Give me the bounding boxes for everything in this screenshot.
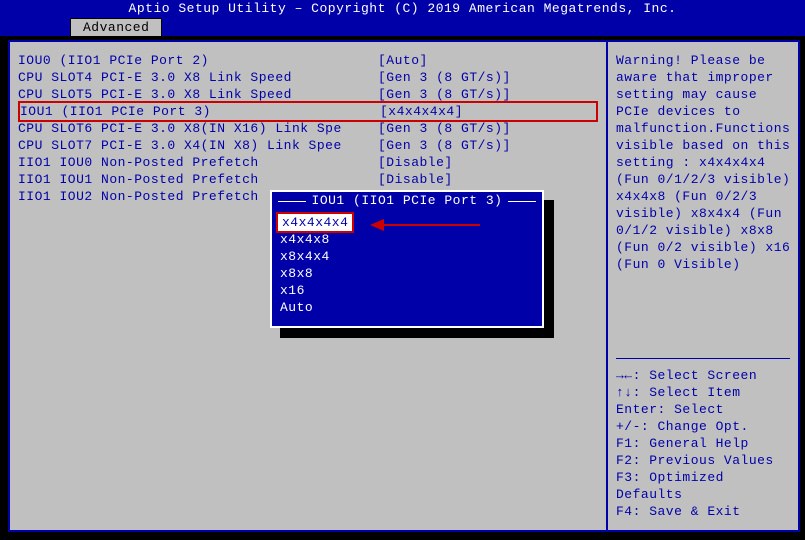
- nav-line: F4: Save & Exit: [616, 503, 790, 520]
- main-area: IOU0 (IIO1 PCIe Port 2) [Auto] CPU SLOT4…: [0, 36, 805, 540]
- nav-line: F1: General Help: [616, 435, 790, 452]
- setting-value: [Disable]: [378, 154, 453, 171]
- setting-value: [Gen 3 (8 GT/s)]: [378, 120, 511, 137]
- tab-row: Advanced: [0, 18, 805, 36]
- setting-value: [Gen 3 (8 GT/s)]: [378, 69, 511, 86]
- popup-title: IOU1 (IIO1 PCIe Port 3): [306, 192, 509, 210]
- setting-label: CPU SLOT7 PCI-E 3.0 X4(IN X8) Link Spee: [18, 137, 378, 154]
- setting-value: [x4x4x4x4]: [380, 103, 463, 120]
- popup-option[interactable]: x16: [278, 282, 536, 299]
- settings-panel: IOU0 (IIO1 PCIe Port 2) [Auto] CPU SLOT4…: [8, 40, 608, 532]
- setting-label: CPU SLOT5 PCI-E 3.0 X8 Link Speed: [18, 86, 378, 103]
- setting-label: CPU SLOT6 PCI-E 3.0 X8(IN X16) Link Spe: [18, 120, 378, 137]
- nav-line: +/-: Change Opt.: [616, 418, 790, 435]
- setting-label: CPU SLOT4 PCI-E 3.0 X8 Link Speed: [18, 69, 378, 86]
- setting-row[interactable]: CPU SLOT6 PCI-E 3.0 X8(IN X16) Link Spe …: [18, 120, 598, 137]
- popup-option-selected[interactable]: x4x4x4x4: [276, 212, 354, 233]
- nav-line: ↑↓: Select Item: [616, 384, 790, 401]
- popup-option[interactable]: x4x4x8: [278, 231, 536, 248]
- nav-line: →←: Select Screen: [616, 367, 790, 384]
- nav-help: →←: Select Screen ↑↓: Select Item Enter:…: [616, 367, 790, 520]
- nav-line: Enter: Select: [616, 401, 790, 418]
- setting-label: IIO1 IOU1 Non-Posted Prefetch: [18, 171, 378, 188]
- setting-row[interactable]: CPU SLOT4 PCI-E 3.0 X8 Link Speed [Gen 3…: [18, 69, 598, 86]
- setting-value: [Auto]: [378, 52, 428, 69]
- tab-advanced[interactable]: Advanced: [70, 18, 162, 36]
- setting-row[interactable]: CPU SLOT7 PCI-E 3.0 X4(IN X8) Link Spee …: [18, 137, 598, 154]
- setting-value: [Gen 3 (8 GT/s)]: [378, 86, 511, 103]
- setting-row[interactable]: IIO1 IOU0 Non-Posted Prefetch [Disable]: [18, 154, 598, 171]
- setting-label: IOU0 (IIO1 PCIe Port 2): [18, 52, 378, 69]
- setting-row[interactable]: IOU0 (IIO1 PCIe Port 2) [Auto]: [18, 52, 598, 69]
- setting-row[interactable]: IIO1 IOU1 Non-Posted Prefetch [Disable]: [18, 171, 598, 188]
- setting-label: IOU1 (IIO1 PCIe Port 3): [20, 103, 380, 120]
- popup-option[interactable]: x8x8: [278, 265, 536, 282]
- help-panel: Warning! Please be aware that improper s…: [608, 40, 800, 532]
- popup-body: x4x4x4x4 x4x4x8 x8x4x4 x8x8 x16 Auto: [272, 210, 542, 326]
- popup-option[interactable]: x8x4x4: [278, 248, 536, 265]
- option-popup: IOU1 (IIO1 PCIe Port 3) x4x4x4x4 x4x4x8 …: [270, 190, 544, 328]
- nav-line: F3: Optimized Defaults: [616, 469, 790, 503]
- divider: [616, 358, 790, 359]
- popup-title-row: IOU1 (IIO1 PCIe Port 3): [272, 192, 542, 210]
- setting-row-highlighted[interactable]: IOU1 (IIO1 PCIe Port 3) [x4x4x4x4]: [18, 101, 598, 122]
- help-text: Warning! Please be aware that improper s…: [616, 52, 790, 273]
- nav-line: F2: Previous Values: [616, 452, 790, 469]
- setting-value: [Disable]: [378, 171, 453, 188]
- setting-label: IIO1 IOU0 Non-Posted Prefetch: [18, 154, 378, 171]
- setting-value: [Gen 3 (8 GT/s)]: [378, 137, 511, 154]
- title-bar: Aptio Setup Utility – Copyright (C) 2019…: [0, 0, 805, 18]
- popup-option[interactable]: Auto: [278, 299, 536, 316]
